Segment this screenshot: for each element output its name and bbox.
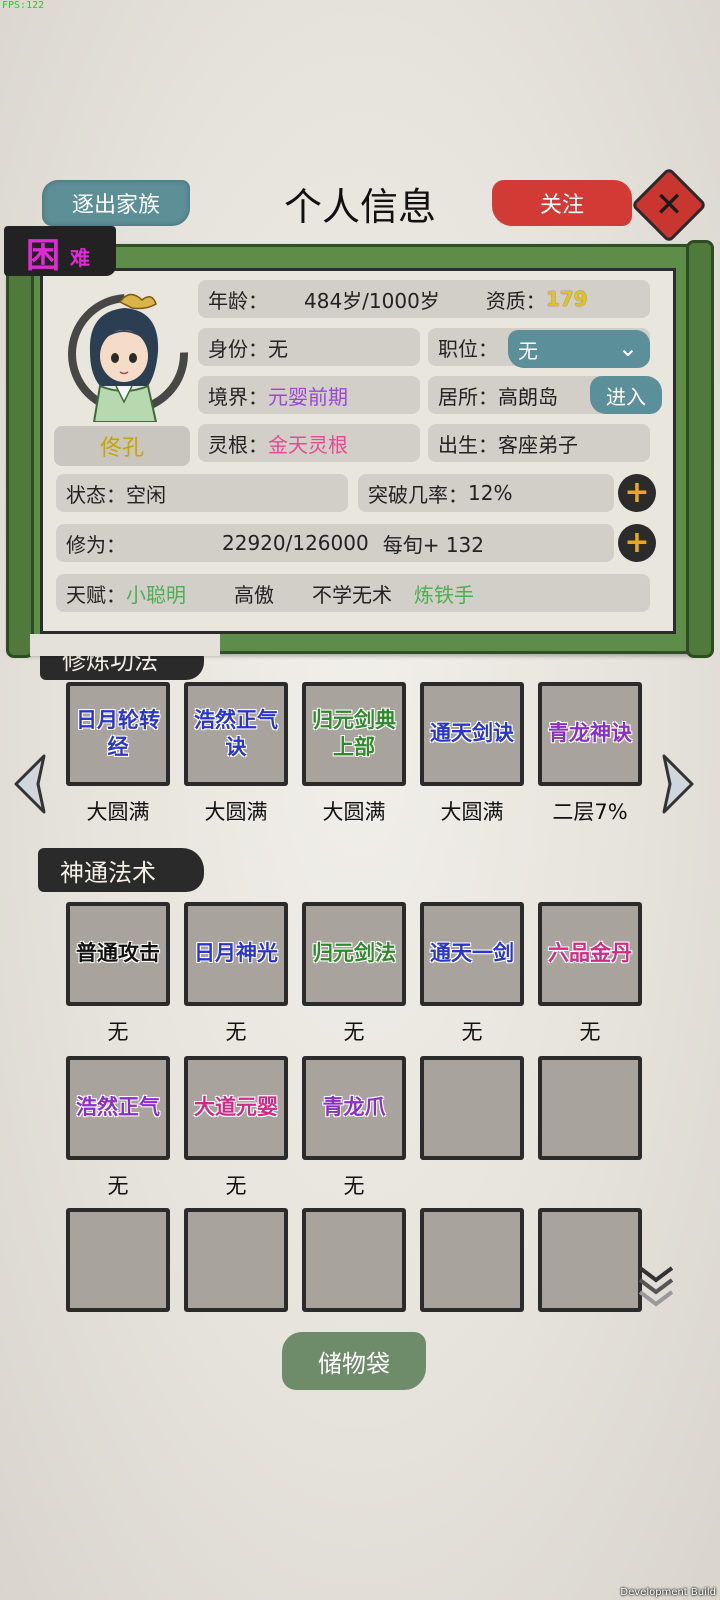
status-field: 状态： 空闲 (56, 474, 348, 512)
scroll-rod-left (6, 240, 34, 658)
header-cover (30, 634, 220, 656)
age-aptitude-row: 年龄： 484岁/1000岁 资质： 179 (198, 280, 650, 318)
origin-value: 客座弟子 (498, 432, 578, 457)
method-slot[interactable]: 浩然正气诀 (184, 682, 288, 786)
position-dropdown[interactable]: 无 ⌄ (508, 330, 650, 368)
position-value: 无 (518, 338, 538, 363)
empty-skill-slot[interactable] (420, 1208, 524, 1312)
identity-field: 身份： 无 (198, 328, 420, 366)
spirit-root-value: 金天灵根 (268, 432, 348, 457)
skill-level: 无 (343, 1020, 365, 1044)
skill-level: 无 (107, 1020, 129, 1044)
spirit-root-field: 灵根： 金天灵根 (198, 424, 420, 462)
cultivation-value: 22920/126000 (222, 531, 369, 555)
talent-item: 不学无术 (312, 582, 392, 607)
skill-level: 无 (461, 1020, 483, 1044)
breakthrough-label: 突破几率： (368, 482, 468, 507)
method-slot[interactable]: 归元剑典 上部 (302, 682, 406, 786)
skill-slot[interactable]: 普通攻击 (66, 902, 170, 1006)
realm-label: 境界： (208, 384, 268, 409)
breakthrough-value: 12% (468, 481, 513, 505)
spirit-root-label: 灵根： (208, 432, 268, 457)
talent-item: 高傲 (234, 582, 274, 607)
method-level: 大圆满 (86, 800, 150, 824)
position-label: 职位： (438, 336, 498, 361)
residence-label: 居所： (438, 384, 498, 409)
skill-slot[interactable]: 日月神光 (184, 902, 288, 1006)
character-name: 佟孔 (54, 426, 190, 466)
origin-label: 出生： (438, 432, 498, 457)
empty-skill-slot[interactable] (538, 1056, 642, 1160)
empty-skill-slot[interactable] (538, 1208, 642, 1312)
skill-slot[interactable]: 青龙爪 (302, 1056, 406, 1160)
status-label: 状态： (66, 482, 126, 507)
residence-value: 高朗岛 (498, 384, 558, 409)
method-slot[interactable]: 通天剑诀 (420, 682, 524, 786)
status-value: 空闲 (126, 482, 166, 507)
age-label: 年龄： (208, 288, 268, 313)
fps-counter: FPS:122 (2, 0, 45, 11)
scroll-rod-right (686, 240, 714, 658)
difficulty-big: 困 (26, 236, 60, 276)
talent-label: 天赋： (66, 582, 126, 607)
development-build-label: Development Build (620, 1587, 716, 1598)
follow-button[interactable]: 关注 (492, 180, 632, 226)
cultivation-per-period: 每旬+ 132 (382, 532, 485, 557)
aptitude-label: 资质： (485, 288, 546, 313)
method-level: 大圆满 (322, 800, 386, 824)
method-level: 二层7% (552, 800, 628, 824)
skill-slot[interactable]: 通天一剑 (420, 902, 524, 1006)
difficulty-tag: 困 难 (4, 226, 116, 276)
breakthrough-plus-button[interactable]: + (618, 474, 656, 512)
identity-label: 身份： (208, 336, 268, 361)
age-value: 484岁/1000岁 (304, 288, 440, 313)
method-slot[interactable]: 青龙神诀 (538, 682, 642, 786)
origin-field: 出生： 客座弟子 (428, 424, 650, 462)
skill-slot[interactable]: 大道元婴 (184, 1056, 288, 1160)
method-level: 大圆满 (204, 800, 268, 824)
breakthrough-field: 突破几率： 12% (358, 474, 614, 512)
cultivation-field: 修为： 22920/126000 每旬+ 132 (56, 524, 614, 562)
cultivation-plus-button[interactable]: + (618, 524, 656, 562)
chevron-down-icon: ⌄ (617, 334, 638, 362)
talent-field: 天赋： 小聪明 高傲 不学无术 炼铁手 (56, 574, 650, 612)
empty-skill-slot[interactable] (420, 1056, 524, 1160)
aptitude-value: 179 (545, 287, 588, 311)
method-slot[interactable]: 日月轮转经 (66, 682, 170, 786)
skill-level: 无 (225, 1020, 247, 1044)
realm-field: 境界： 元婴前期 (198, 376, 420, 414)
plus-icon: + (624, 475, 650, 510)
skills-header: 神通法术 (38, 848, 204, 892)
identity-value: 无 (268, 336, 288, 361)
close-icon: ✕ (654, 185, 684, 225)
skill-level: 无 (579, 1020, 601, 1044)
realm-value: 元婴前期 (268, 384, 348, 409)
arrow-left-icon[interactable] (10, 752, 50, 816)
empty-skill-slot[interactable] (66, 1208, 170, 1312)
talent-item: 炼铁手 (414, 582, 474, 607)
character-portrait[interactable] (60, 282, 190, 422)
empty-skill-slot[interactable] (302, 1208, 406, 1312)
cultivation-label: 修为： (66, 532, 126, 557)
difficulty-small: 难 (70, 246, 90, 270)
skill-slot[interactable]: 归元剑法 (302, 902, 406, 1006)
plus-icon: + (624, 525, 650, 560)
enter-residence-button[interactable]: 进入 (590, 376, 662, 414)
method-level: 大圆满 (440, 800, 504, 824)
empty-skill-slot[interactable] (184, 1208, 288, 1312)
double-chevron-down-icon[interactable] (636, 1262, 676, 1308)
skill-level: 无 (343, 1174, 365, 1198)
skill-level: 无 (107, 1174, 129, 1198)
skill-slot[interactable]: 浩然正气 (66, 1056, 170, 1160)
arrow-right-icon[interactable] (658, 752, 698, 816)
skill-level: 无 (225, 1174, 247, 1198)
storage-bag-button[interactable]: 储物袋 (282, 1332, 426, 1390)
skill-slot[interactable]: 六品金丹 (538, 902, 642, 1006)
talent-item: 小聪明 (126, 582, 186, 607)
